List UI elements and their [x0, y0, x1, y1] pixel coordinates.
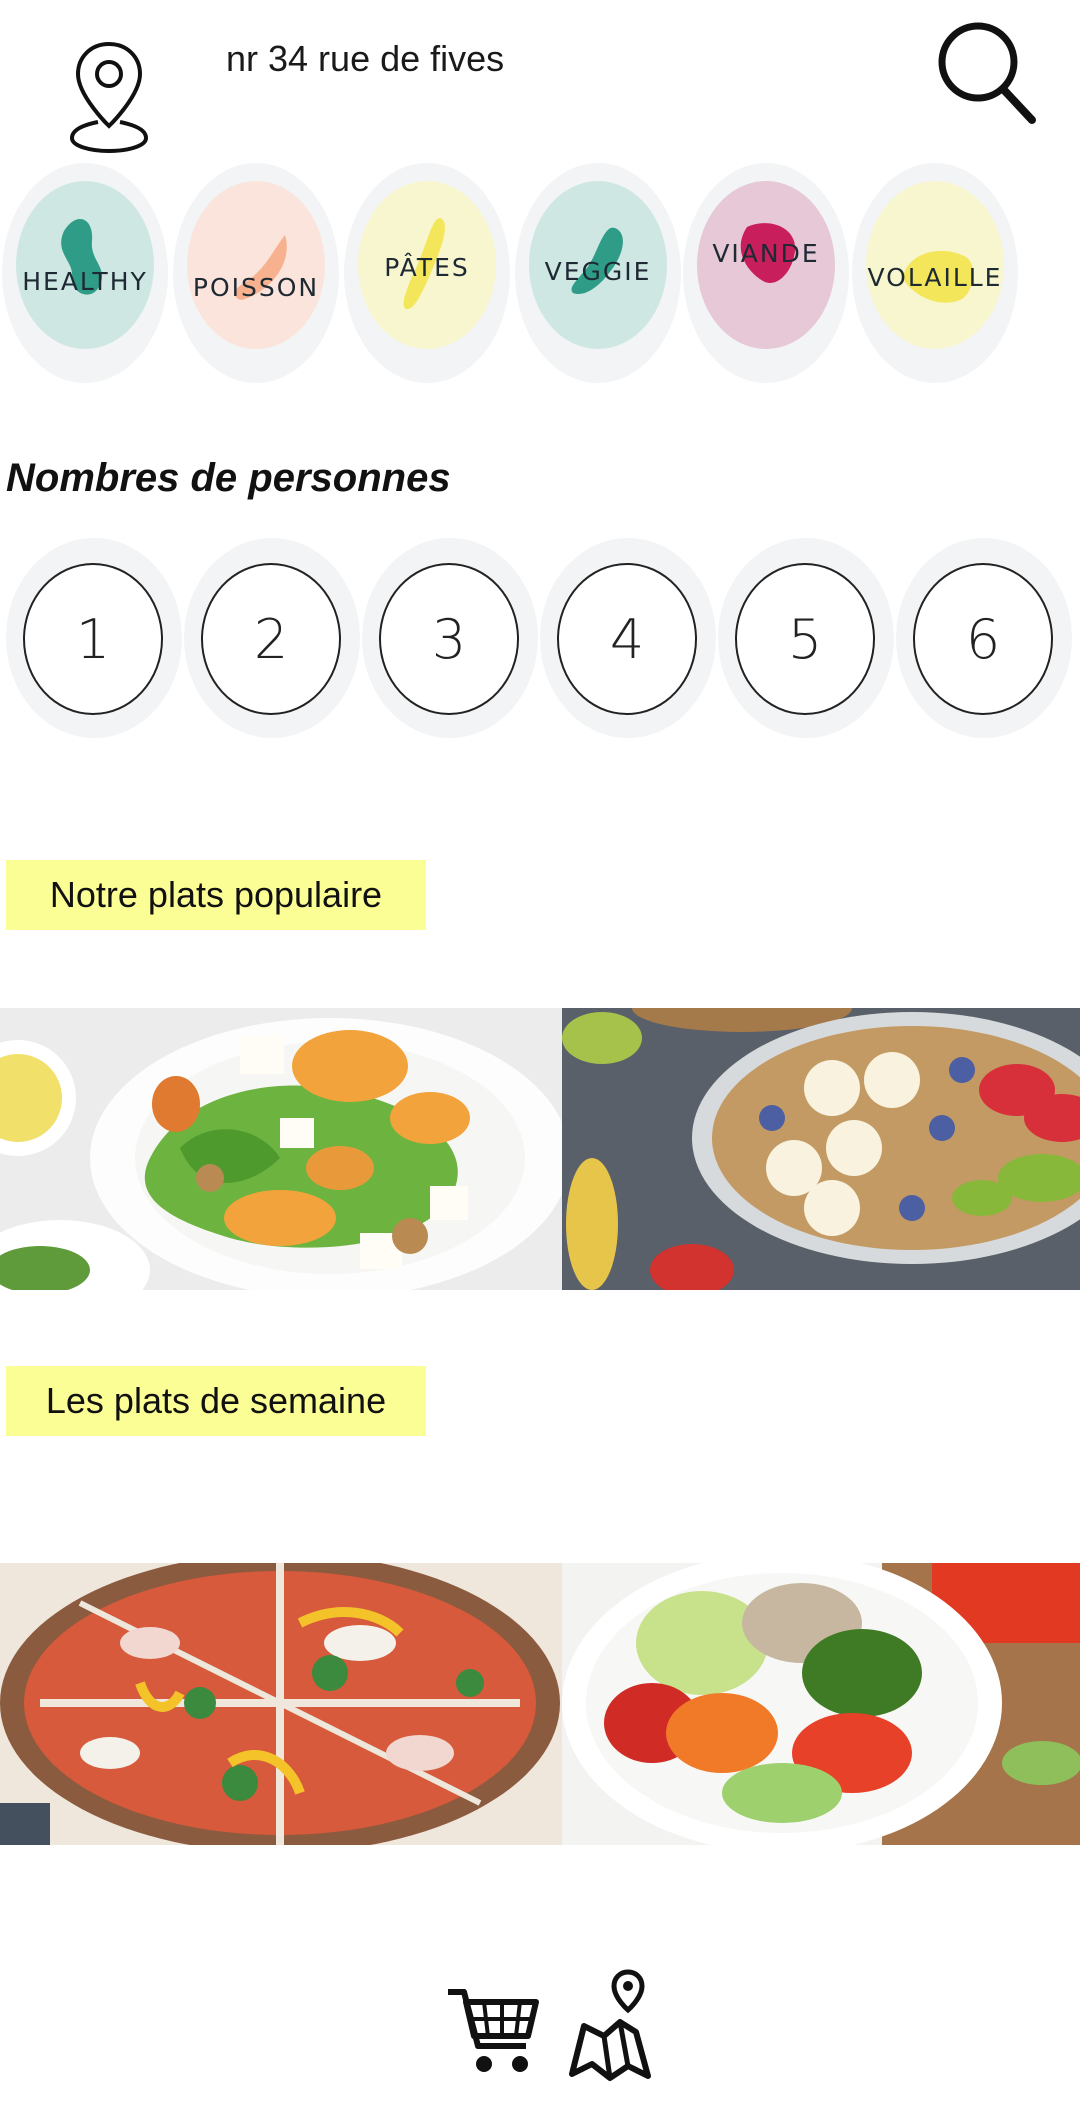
persons-option-2[interactable]: 2: [184, 538, 360, 738]
category-viande[interactable]: VIANDE: [683, 163, 849, 383]
delivery-address[interactable]: nr 34 rue de fives: [226, 38, 504, 80]
category-poisson[interactable]: POISSON: [173, 163, 339, 383]
weekly-dish-pizza[interactable]: [0, 1563, 562, 1845]
popular-section-title: Notre plats populaire: [6, 860, 426, 930]
persons-title: Nombres de personnes: [6, 456, 451, 500]
poisson-badge: [187, 181, 325, 349]
category-label: PÂTES: [384, 253, 470, 282]
category-healthy[interactable]: HEALTHY: [2, 163, 168, 383]
popular-dish-fruit-granola[interactable]: [562, 1008, 1080, 1290]
poisson-blob-icon: [235, 235, 287, 300]
category-label: HEALTHY: [22, 267, 148, 296]
persons-option-1[interactable]: 1: [6, 538, 182, 738]
map-icon[interactable]: [566, 1966, 654, 2082]
shopping-cart-icon[interactable]: [444, 1980, 540, 2080]
healthy-badge: [16, 181, 154, 349]
veggie-bowl-image: [562, 1563, 1080, 1845]
popular-dish-peach-salad[interactable]: [0, 1008, 562, 1290]
category-label: VIANDE: [712, 239, 820, 268]
weekly-section-title: Les plats de semaine: [6, 1366, 426, 1436]
category-label: POISSON: [192, 273, 320, 302]
pizza-image: [0, 1563, 562, 1845]
category-pates[interactable]: PÂTES: [344, 163, 510, 383]
persons-option-6[interactable]: 6: [896, 538, 1072, 738]
healthy-blob-icon: [61, 218, 103, 295]
fruit-granola-image: [562, 1008, 1080, 1290]
location-pin-icon[interactable]: [68, 38, 150, 154]
category-label: VOLAILLE: [867, 263, 1003, 292]
peach-salad-image: [0, 1008, 562, 1290]
weekly-dish-veggie-bowl[interactable]: [562, 1563, 1080, 1845]
category-label: VEGGIE: [544, 257, 652, 286]
category-veggie[interactable]: VEGGIE: [515, 163, 681, 383]
persons-option-3[interactable]: 3: [362, 538, 538, 738]
persons-option-4[interactable]: 4: [540, 538, 716, 738]
category-volaille[interactable]: VOLAILLE: [852, 163, 1018, 383]
persons-option-5[interactable]: 5: [718, 538, 894, 738]
search-icon[interactable]: [930, 12, 1040, 127]
